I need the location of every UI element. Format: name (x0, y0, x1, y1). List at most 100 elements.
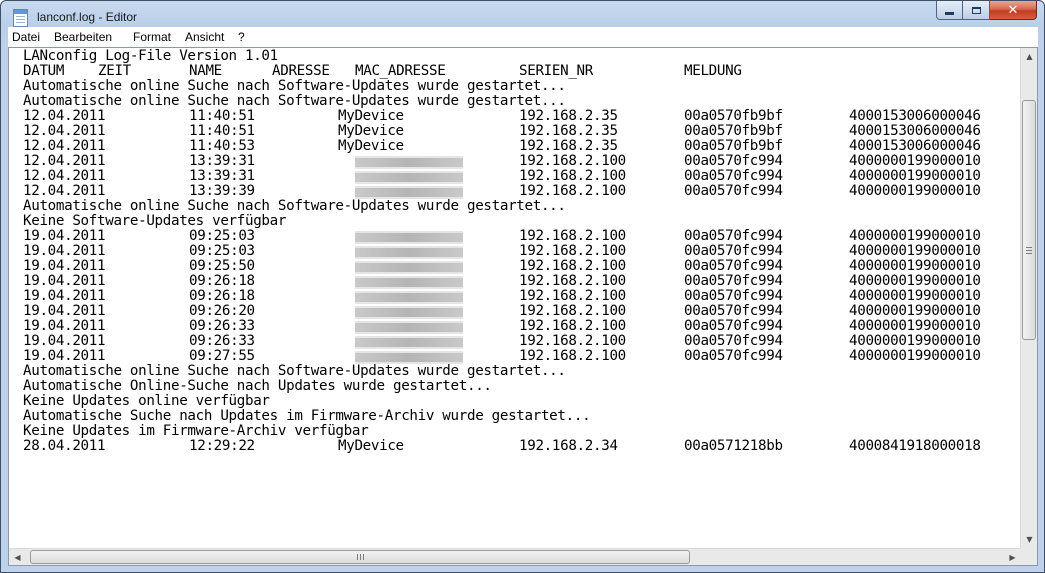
log-message-text: Keine Updates im Firmware-Archiv verfügb… (23, 423, 369, 439)
header-datum: DATUM (23, 63, 65, 79)
log-serial: 4000000199000010 (849, 183, 981, 199)
log-zeit: 09:27:55 (189, 348, 255, 364)
log-datum: 12.04.2011 (23, 153, 106, 169)
log-adresse: 192.168.2.100 (519, 303, 626, 319)
log-adresse: 192.168.2.100 (519, 258, 626, 274)
menu-ansicht[interactable]: Ansicht (185, 30, 224, 44)
header-meldung: MELDUNG (684, 63, 742, 79)
arrow-left-icon[interactable]: ◀ (9, 549, 26, 566)
log-adresse: 192.168.2.100 (519, 153, 626, 169)
title-bar[interactable]: lanconf.log - Editor ✕ (1, 1, 1044, 27)
log-serial: 4000000199000010 (849, 318, 981, 334)
log-mac: 00a0570fc994 (684, 153, 783, 169)
log-content: LANconfig Log-File Version 1.01 DATUM ZE… (23, 49, 981, 454)
log-serial: 4000000199000010 (849, 243, 981, 259)
log-mac: 00a0570fc994 (684, 348, 783, 364)
log-mac: 00a0570fc994 (684, 183, 783, 199)
horizontal-scrollbar[interactable]: ◀ ▶ (9, 548, 1021, 565)
log-datum: 19.04.2011 (23, 303, 106, 319)
log-datum: 19.04.2011 (23, 243, 106, 259)
log-adresse: 192.168.2.35 (519, 123, 618, 139)
maximize-icon (971, 6, 981, 14)
vertical-scroll-thumb[interactable] (1022, 100, 1036, 340)
log-name: MyDevice (338, 108, 404, 124)
log-datum: 19.04.2011 (23, 228, 106, 244)
log-zeit: 09:25:03 (189, 228, 255, 244)
log-adresse: 192.168.2.34 (519, 438, 618, 454)
redacted-name (355, 276, 463, 289)
log-mac: 00a0570fb9bf (684, 123, 783, 139)
menu-help[interactable]: ? (238, 30, 245, 44)
arrow-right-icon[interactable]: ▶ (1004, 549, 1021, 566)
log-adresse: 192.168.2.100 (519, 183, 626, 199)
header-zeit: ZEIT (98, 63, 131, 79)
text-area[interactable]: LANconfig Log-File Version 1.01 DATUM ZE… (9, 48, 1021, 548)
menu-bar: Datei Bearbeiten Format Ansicht ? (8, 27, 1038, 47)
log-message-text: Automatische Online-Suche nach Updates w… (23, 378, 492, 394)
maximize-button[interactable] (963, 1, 990, 20)
header-name: NAME (189, 63, 222, 79)
log-zeit: 09:26:20 (189, 303, 255, 319)
notepad-icon[interactable] (13, 9, 28, 27)
log-mac: 00a0570fc994 (684, 318, 783, 334)
log-serial: 4000153006000046 (849, 123, 981, 139)
redacted-name (355, 321, 463, 334)
log-mac: 00a0570fb9bf (684, 108, 783, 124)
log-mac: 00a0570fc994 (684, 288, 783, 304)
log-adresse: 192.168.2.35 (519, 108, 618, 124)
log-mac: 00a0571218bb (684, 438, 783, 454)
menu-format[interactable]: Format (133, 30, 171, 44)
log-zeit: 09:26:18 (189, 273, 255, 289)
log-name: MyDevice (338, 123, 404, 139)
close-icon: ✕ (1007, 2, 1019, 18)
log-adresse: 192.168.2.100 (519, 348, 626, 364)
minimize-button[interactable] (936, 1, 963, 20)
minimize-icon (945, 11, 954, 15)
log-message-text: Keine Software-Updates verfügbar (23, 213, 287, 229)
log-zeit: 11:40:51 (189, 123, 255, 139)
log-datum: 12.04.2011 (23, 123, 106, 139)
log-zeit: 09:25:03 (189, 243, 255, 259)
header-adresse: ADRESSE (272, 63, 330, 79)
redacted-name (355, 306, 463, 319)
menu-bearbeiten[interactable]: Bearbeiten (54, 30, 112, 44)
close-button[interactable]: ✕ (990, 1, 1037, 20)
log-zeit: 09:26:33 (189, 333, 255, 349)
notepad-window: lanconf.log - Editor ✕ Datei Bearbeiten … (0, 0, 1045, 573)
log-message-text: Automatische online Suche nach Software-… (23, 93, 566, 109)
text-editor[interactable]: LANconfig Log-File Version 1.01 DATUM ZE… (8, 47, 1038, 566)
log-datum: 12.04.2011 (23, 168, 106, 184)
log-mac: 00a0570fc994 (684, 258, 783, 274)
log-datum: 12.04.2011 (23, 138, 106, 154)
log-mac: 00a0570fb9bf (684, 138, 783, 154)
caption-buttons: ✕ (936, 1, 1037, 21)
arrow-up-icon[interactable]: ▲ (1021, 48, 1038, 65)
redacted-name (355, 246, 463, 259)
log-datum: 28.04.2011 (23, 438, 106, 454)
vertical-scrollbar[interactable]: ▲ ▼ (1020, 48, 1037, 548)
log-serial: 4000000199000010 (849, 333, 981, 349)
horizontal-scroll-thumb[interactable] (30, 550, 690, 564)
redacted-name (355, 171, 463, 184)
log-datum: 12.04.2011 (23, 183, 106, 199)
log-zeit: 09:25:50 (189, 258, 255, 274)
log-name: MyDevice (338, 138, 404, 154)
redacted-name (355, 156, 463, 169)
log-serial: 4000000199000010 (849, 153, 981, 169)
log-adresse: 192.168.2.100 (519, 168, 626, 184)
redacted-name (355, 336, 463, 349)
log-name: MyDevice (338, 438, 404, 454)
log-zeit: 09:26:33 (189, 318, 255, 334)
size-grip[interactable] (1020, 548, 1037, 565)
log-mac: 00a0570fc994 (684, 243, 783, 259)
window-title: lanconf.log - Editor (37, 10, 138, 24)
arrow-down-icon[interactable]: ▼ (1021, 531, 1038, 548)
log-datum: 19.04.2011 (23, 258, 106, 274)
log-mac: 00a0570fc994 (684, 168, 783, 184)
log-mac: 00a0570fc994 (684, 273, 783, 289)
menu-datei[interactable]: Datei (12, 30, 40, 44)
log-adresse: 192.168.2.100 (519, 273, 626, 289)
log-adresse: 192.168.2.100 (519, 318, 626, 334)
log-serial: 4000841918000018 (849, 438, 981, 454)
log-mac: 00a0570fc994 (684, 228, 783, 244)
